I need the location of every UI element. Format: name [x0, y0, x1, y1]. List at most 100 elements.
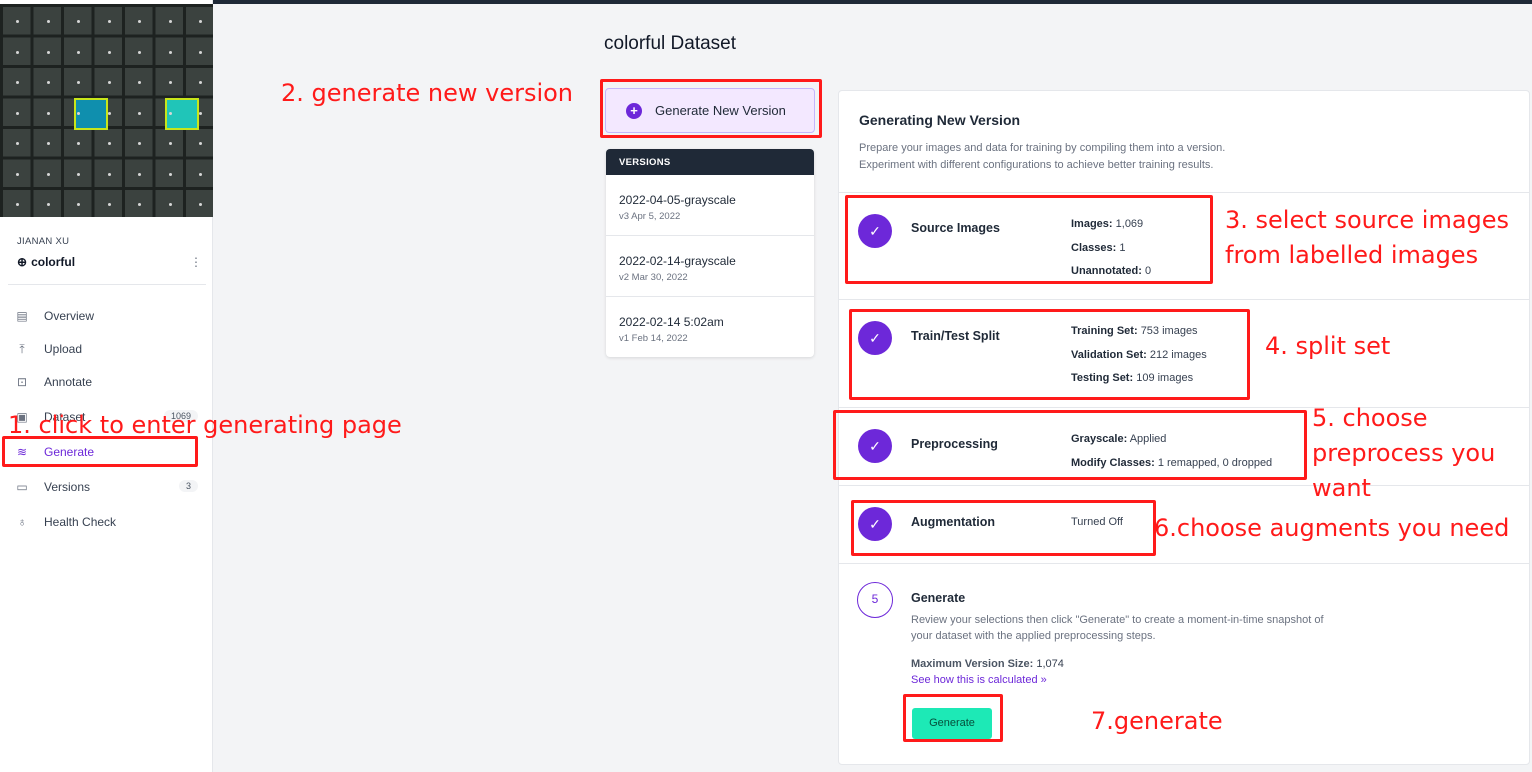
thumbnail-dot [46, 81, 50, 84]
thumbnail-dot [199, 203, 202, 206]
max-version-size-value: 1,074 [1036, 658, 1064, 670]
thumbnail-dot [16, 50, 19, 54]
thumbnail-dot [77, 111, 80, 115]
annotation-step-2: 2. generate new version [281, 79, 574, 107]
annotation-box-preprocessing [833, 410, 1307, 480]
thumbnail-dot [46, 20, 50, 23]
thumbnail-dot [16, 142, 19, 145]
max-version-size: Maximum Version Size: 1,074 [911, 658, 1064, 670]
annotation-step-7: 7.generate [1091, 707, 1223, 735]
versions-header: VERSIONS [606, 149, 814, 175]
thumbnail-dot [16, 203, 19, 206]
thumbnail-dot [199, 142, 202, 145]
thumbnail-dot [16, 81, 19, 84]
thumbnail-dot [16, 20, 19, 23]
version-item[interactable]: 2022-02-14 5:02am v1 Feb 14, 2022 [606, 297, 814, 357]
owner-name: JIANAN XU [17, 236, 70, 247]
thumbnail-dot [107, 50, 111, 54]
thumbnail-dot [138, 142, 141, 145]
document-icon: ▤ [16, 309, 28, 323]
thumbnail-dot [199, 111, 202, 115]
max-version-size-label: Maximum Version Size: [911, 658, 1034, 670]
annotation-box-split [849, 309, 1250, 400]
sidebar-item-label: Annotate [44, 375, 93, 389]
panel-header: Generating New Version Prepare your imag… [859, 112, 1499, 174]
sidebar-item-versions[interactable]: ▭ Versions 3 [8, 473, 204, 501]
annotation-step-3-line-2: from labelled images [1225, 241, 1479, 269]
stethoscope-icon: ♁ [17, 515, 27, 529]
version-name: 2022-04-05-grayscale [619, 193, 736, 207]
thumbnail-dot [138, 20, 141, 23]
step-title: Generate [911, 591, 966, 605]
version-meta: v3 Apr 5, 2022 [619, 211, 681, 222]
top-bar [0, 0, 1532, 4]
annotation-step-3-line-1: 3. select source images [1225, 206, 1510, 234]
thumbnail-dot [16, 111, 19, 115]
kebab-menu-icon[interactable]: ⋮ [190, 255, 202, 269]
annotation-step-4: 4. split set [1265, 332, 1391, 360]
sidebar-item-label: Versions [44, 480, 91, 494]
thumbnail-dot [77, 81, 80, 84]
panel-description: Prepare your images and data for trainin… [859, 140, 1499, 174]
version-name: 2022-02-14-grayscale [619, 254, 736, 268]
sidebar-item-overview[interactable]: ▤ Overview [8, 302, 204, 330]
annotation-step-5-line-2: preprocess you [1312, 439, 1496, 467]
thumbnail-dot [168, 203, 172, 206]
annotation-box-source-images [845, 195, 1213, 284]
versions-list: VERSIONS 2022-04-05-grayscale v3 Apr 5, … [606, 149, 814, 357]
thumbnail-dot [168, 142, 172, 145]
panel-description-line: Prepare your images and data for trainin… [859, 142, 1226, 154]
thumbnail-dot [46, 111, 50, 115]
thumbnail-dot [138, 172, 141, 176]
thumbnail-dot [199, 172, 202, 176]
thumbnail-dot [107, 111, 111, 115]
thumbnail-dot [46, 172, 50, 176]
thumbnail-dot [168, 50, 172, 54]
page-title: colorful Dataset [604, 33, 737, 54]
thumbnail-dot [138, 50, 141, 54]
thumbnail-dot [107, 20, 111, 23]
thumbnail-dot [107, 142, 111, 145]
annotation-step-6: 6.choose augments you need [1154, 514, 1510, 542]
step-number: 5 [857, 582, 893, 618]
thumbnail-dot [77, 172, 80, 176]
see-how-calculated-link[interactable]: See how this is calculated » [911, 674, 1047, 686]
thumbnail-dot [77, 50, 80, 54]
version-name: 2022-02-14 5:02am [619, 315, 724, 329]
thumbnail-dot [168, 81, 172, 84]
annotation-box-generate [903, 694, 1003, 742]
versions-count-badge: 3 [178, 480, 198, 492]
thumbnail-dot [138, 81, 141, 84]
annotation-box-new-version [600, 79, 822, 138]
thumbnail-dot [46, 203, 50, 206]
version-item[interactable]: 2022-04-05-grayscale v3 Apr 5, 2022 [606, 175, 814, 236]
sidebar-item-annotate[interactable]: ⊡ Annotate [8, 368, 204, 396]
sidebar-item-upload[interactable]: ⤒ Upload [8, 335, 204, 363]
thumbnail-dot [77, 203, 80, 206]
annotation-step-5-line-3: want [1312, 474, 1371, 502]
thumbnail-dot [168, 20, 172, 23]
thumbnail-dot [168, 111, 172, 115]
project-name[interactable]: ⊕ colorful [17, 255, 75, 269]
thumbnail-dot [168, 172, 172, 176]
thumbnail-dot [199, 81, 202, 84]
annotation-box-augmentation [851, 500, 1156, 556]
thumbnail-dot [138, 111, 141, 115]
sidebar-item-label: Upload [44, 342, 83, 356]
thumbnail-dot [199, 50, 202, 54]
thumbnail-dot [107, 172, 111, 176]
annotation-step-5-line-1: 5. choose [1312, 404, 1428, 432]
thumbnail-dot [46, 50, 50, 54]
thumbnail-dot [107, 203, 111, 206]
version-item[interactable]: 2022-02-14-grayscale v2 Mar 30, 2022 [606, 236, 814, 297]
sidebar-item-label: Health Check [44, 515, 117, 529]
thumbnail-dot [199, 20, 202, 23]
annotation-step-1: 1. click to enter generating page [8, 411, 402, 439]
version-meta: v1 Feb 14, 2022 [619, 333, 688, 344]
globe-icon: ⊕ [17, 255, 28, 269]
sidebar: JIANAN XU ⊕ colorful ⋮ ▤ Overview ⤒ Uplo… [0, 0, 213, 772]
dataset-thumbnail[interactable] [0, 4, 213, 217]
sidebar-item-health-check[interactable]: ♁ Health Check [8, 508, 204, 536]
folder-icon: ▭ [16, 480, 28, 494]
panel-description-line: Experiment with different configurations… [859, 159, 1214, 171]
